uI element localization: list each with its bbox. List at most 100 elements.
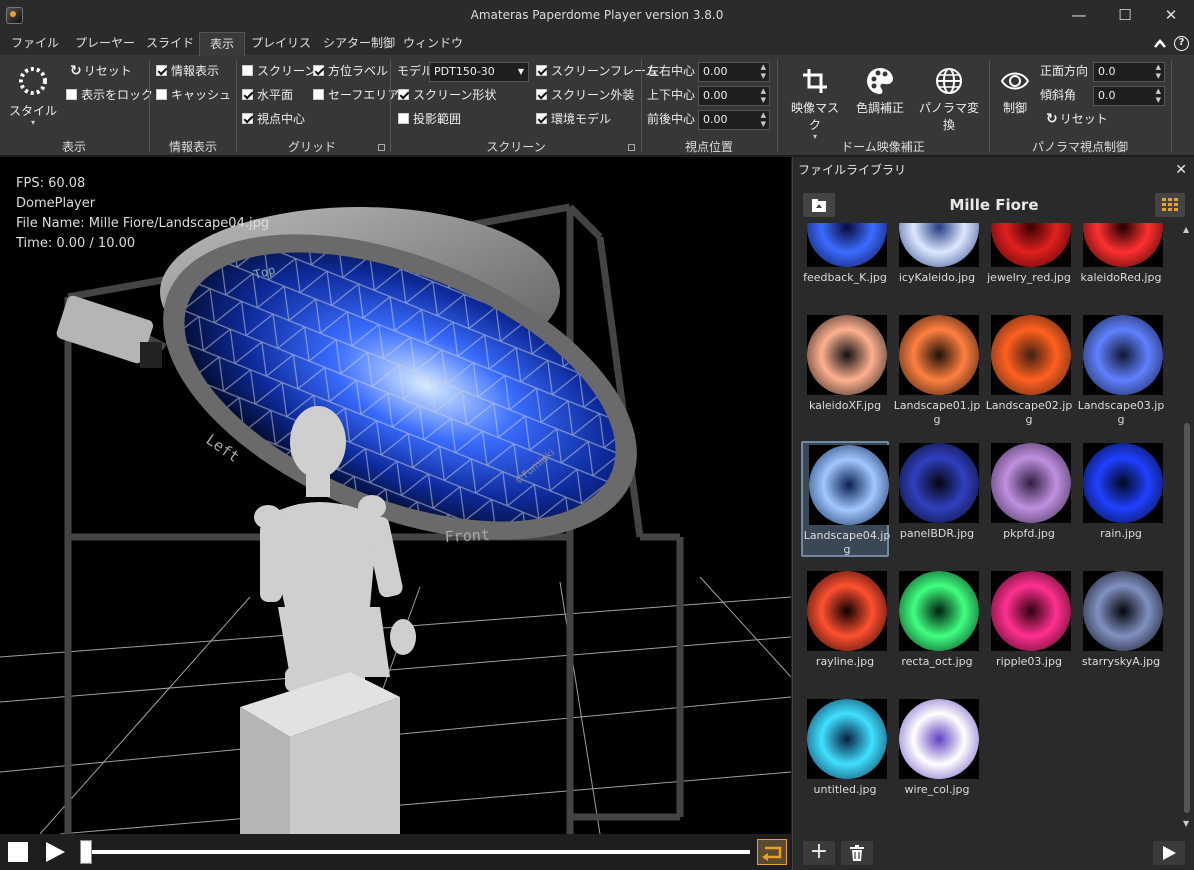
horizon-checkbox[interactable]: 水平面 [242, 86, 293, 104]
reset-panorama-label: リセット [1059, 112, 1108, 126]
play-selected-button[interactable] [1153, 841, 1185, 865]
seek-thumb[interactable] [80, 840, 92, 864]
view-center-label: 視点中心 [257, 112, 306, 126]
tab-player[interactable]: プレーヤー [68, 32, 142, 56]
cache-checkbox[interactable]: キャッシュ [156, 86, 231, 104]
dome-3d-viewport[interactable]: Left Front Top ©Fumiaki FPS: 60.08 DomeP… [0, 157, 791, 834]
safe-area-checkbox[interactable]: セーフエリア [313, 86, 399, 104]
screen-shape-checkbox[interactable]: スクリーン形状 [398, 86, 496, 104]
group-panorama-label: パノラマ視点制御 [1031, 140, 1128, 154]
grid-dialog-launcher[interactable] [378, 144, 385, 151]
maximize-button[interactable]: ☐ [1102, 0, 1148, 32]
fulldome-disc [809, 445, 889, 525]
folder-name: Mille Fiore [949, 196, 1039, 214]
stop-button[interactable] [8, 842, 28, 862]
projection-range-label: 投影範囲 [413, 112, 462, 126]
panorama-convert-button[interactable]: パノラマ変換 [914, 66, 984, 132]
view-center-checkbox[interactable]: 視点中心 [242, 110, 305, 128]
tilt-angle-spinner[interactable]: 0.0 ▲ ▼ [1093, 86, 1165, 106]
azimuth-label-checkbox[interactable]: 方位ラベル [313, 62, 388, 80]
loading-ring-icon [19, 67, 47, 95]
library-scrollbar[interactable]: ▲ ▼ [1181, 223, 1193, 833]
video-mask-button[interactable]: 映像マスク ▾ [786, 66, 844, 141]
grid-view-button[interactable] [1155, 193, 1185, 217]
thumbnail-image [807, 315, 887, 395]
spin-arrows-icon: ▲ ▼ [760, 111, 766, 128]
play-button[interactable] [44, 841, 66, 863]
file-name: ripple03.jpg [996, 655, 1062, 668]
reset-panorama-button[interactable]: ↻ リセット [1046, 110, 1108, 128]
grid-screen-checkbox[interactable]: スクリーン [242, 62, 316, 80]
scroll-thumb[interactable] [1184, 423, 1190, 813]
screen-dialog-launcher[interactable] [628, 144, 635, 151]
tab-window[interactable]: ウィンドウ [402, 32, 464, 56]
minimize-button[interactable]: — [1056, 0, 1102, 32]
front-direction-spinner[interactable]: 0.0 ▲ ▼ [1093, 62, 1165, 82]
scroll-up-icon[interactable]: ▲ [1183, 225, 1189, 234]
file-tile[interactable]: jewelry_red.jpg [985, 223, 1073, 301]
file-tile[interactable]: Landscape04.jpg [801, 441, 890, 557]
add-icon: + [809, 839, 829, 864]
tab-view[interactable]: 表示 [199, 32, 245, 56]
spin-arrows-icon: ▲ ▼ [1155, 87, 1161, 104]
add-file-button[interactable]: + [803, 841, 835, 865]
loop-icon [762, 846, 782, 861]
file-tile[interactable]: panelBDR.jpg [893, 441, 981, 557]
thumbnail-image [899, 443, 979, 523]
dome-scene: Left Front Top ©Fumiaki [0, 203, 791, 834]
color-correction-label: 色調補正 [855, 101, 904, 115]
close-panel-button[interactable]: ✕ [1175, 157, 1187, 183]
panel-title: ファイルライブラリ [798, 163, 907, 177]
close-button[interactable]: ✕ [1148, 0, 1194, 32]
file-tile[interactable]: kaleidoRed.jpg [1077, 223, 1165, 301]
thumbnail-image [809, 445, 889, 525]
help-button[interactable]: ? [1174, 36, 1189, 51]
screen-exterior-checkbox[interactable]: スクリーン外装 [536, 86, 634, 104]
file-tile[interactable]: icyKaleido.jpg [893, 223, 981, 301]
lock-display-checkbox[interactable]: 表示をロック [66, 86, 153, 104]
show-info-label: 情報表示 [171, 64, 220, 78]
file-name: rain.jpg [1100, 527, 1142, 540]
file-tile[interactable]: feedback_K.jpg [801, 223, 889, 301]
projection-range-checkbox[interactable]: 投影範囲 [398, 110, 461, 128]
file-tile[interactable]: Landscape01.jpg [893, 313, 981, 429]
file-tile[interactable]: rayline.jpg [801, 569, 889, 685]
color-correction-button[interactable]: 色調補正 [852, 66, 908, 126]
file-tile[interactable]: ripple03.jpg [985, 569, 1073, 685]
file-tile[interactable]: untitled.jpg [801, 697, 889, 813]
file-tile[interactable]: rain.jpg [1077, 441, 1165, 557]
file-tile[interactable]: Landscape03.jpg [1077, 313, 1165, 429]
file-tile[interactable]: starryskyA.jpg [1077, 569, 1165, 685]
file-tile[interactable]: pkpfd.jpg [985, 441, 1073, 557]
ud-center-spinner[interactable]: 0.00 ▲ ▼ [698, 86, 770, 106]
loop-button[interactable] [757, 839, 787, 865]
file-tile[interactable]: recta_oct.jpg [893, 569, 981, 685]
style-label: スタイル [8, 104, 57, 118]
show-info-checkbox[interactable]: 情報表示 [156, 62, 219, 80]
scroll-down-icon[interactable]: ▼ [1183, 819, 1189, 828]
model-select[interactable]: PDT150-30 ▼ [429, 62, 529, 82]
reset-display-button[interactable]: ↻ リセット [70, 62, 132, 80]
delete-file-button[interactable] [841, 841, 873, 865]
chevron-up-icon[interactable] [1152, 36, 1168, 52]
file-tile[interactable]: wire_col.jpg [893, 697, 981, 813]
tab-playlist[interactable]: プレイリスト [246, 32, 316, 72]
style-button[interactable]: スタイル ▾ [8, 64, 58, 130]
screen-frame-checkbox[interactable]: スクリーンフレーム [536, 62, 658, 80]
lr-center-label: 左右中心 [647, 64, 696, 78]
tab-slide[interactable]: スライド [142, 32, 198, 56]
fb-center-spinner[interactable]: 0.00 ▲ ▼ [698, 110, 770, 130]
thumbnail-image [991, 315, 1071, 395]
panorama-control-button[interactable]: 制御 [996, 66, 1034, 126]
env-model-checkbox[interactable]: 環境モデル [536, 110, 611, 128]
tab-file[interactable]: ファイル [4, 32, 66, 56]
video-mask-label: 映像マスク [790, 101, 839, 132]
seek-track[interactable] [86, 850, 750, 854]
file-tile[interactable]: Landscape02.jpg [985, 313, 1073, 429]
lr-center-spinner[interactable]: 0.00 ▲ ▼ [698, 62, 770, 82]
tab-theater-control[interactable]: シアター制御 [318, 32, 400, 56]
file-name: jewelry_red.jpg [987, 271, 1071, 284]
play-icon [46, 842, 65, 862]
file-tile[interactable]: kaleidoXF.jpg [801, 313, 889, 429]
fulldome-disc [991, 223, 1071, 267]
